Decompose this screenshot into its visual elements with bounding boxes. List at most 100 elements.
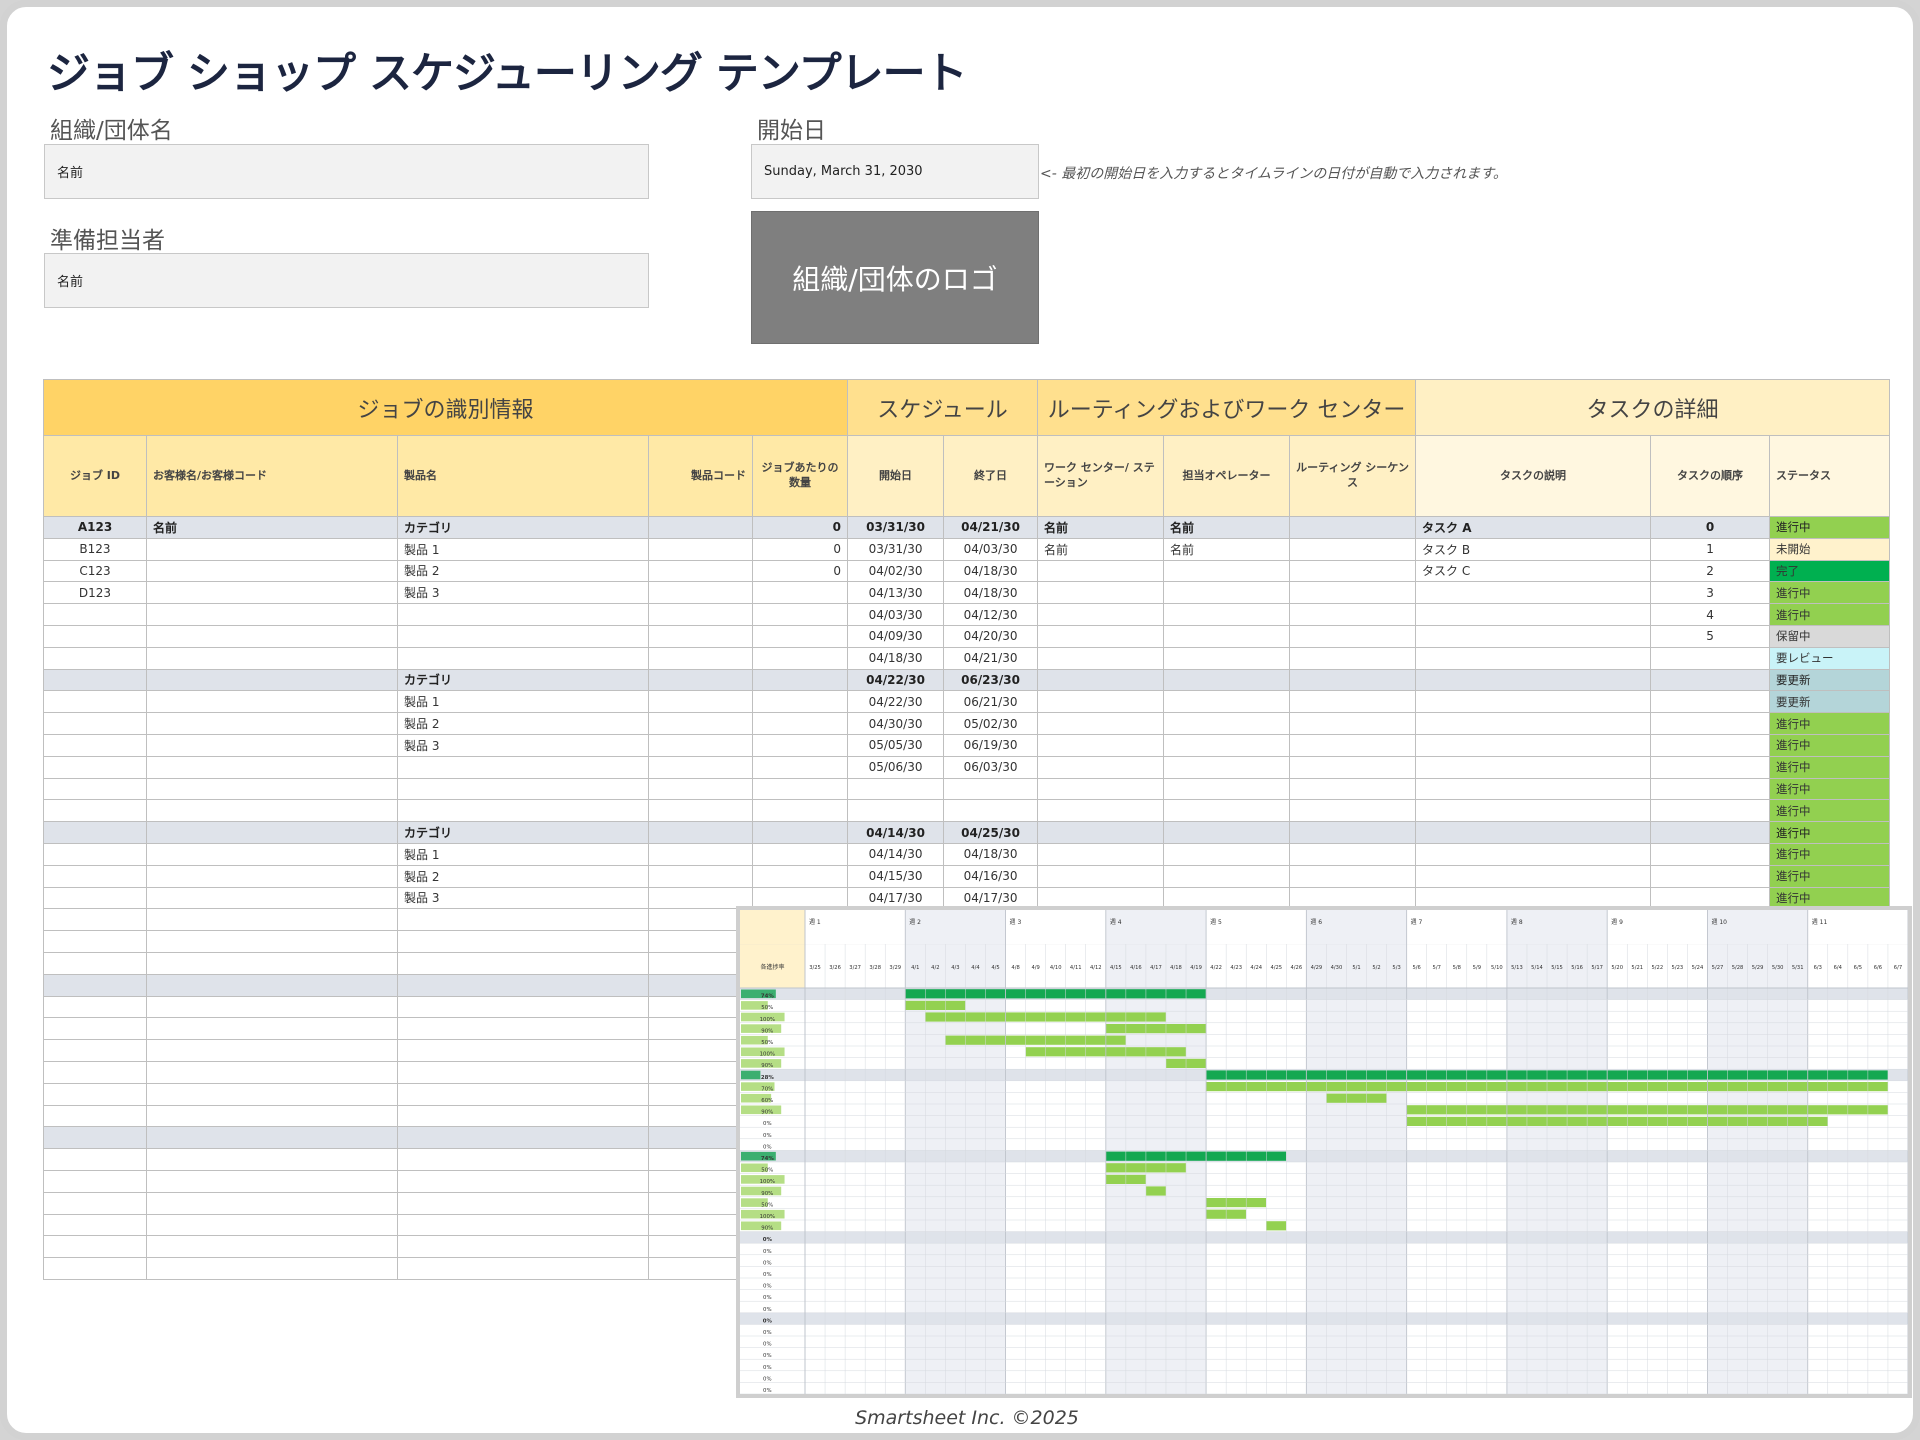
cell-task-order[interactable] xyxy=(1650,668,1771,692)
cell-start-date[interactable]: 05/06/30 xyxy=(847,755,945,779)
cell-start-date[interactable]: 04/13/30 xyxy=(847,581,945,605)
cell-start-date[interactable]: 04/02/30 xyxy=(847,559,945,583)
cell-work-center[interactable] xyxy=(1037,733,1165,757)
cell-end-date[interactable] xyxy=(943,777,1039,801)
cell-end-date[interactable]: 04/18/30 xyxy=(943,842,1039,866)
cell-status[interactable]: 進行中 xyxy=(1769,821,1891,844)
cell-task-description[interactable]: タスク C xyxy=(1415,559,1652,583)
cell-product-name[interactable]: カテゴリ xyxy=(397,668,649,692)
cell-end-date[interactable]: 05/02/30 xyxy=(943,712,1039,735)
cell-task-description[interactable] xyxy=(1415,777,1652,801)
cell-start-date[interactable] xyxy=(847,799,945,823)
cell-product-name[interactable] xyxy=(397,1235,649,1259)
cell-quantity[interactable] xyxy=(751,864,849,888)
cell-product-name[interactable] xyxy=(397,1191,649,1215)
cell-task-order[interactable]: 5 xyxy=(1650,624,1771,648)
cell-start-date[interactable] xyxy=(847,777,945,801)
cell-work-center[interactable] xyxy=(1037,799,1165,823)
cell-quantity[interactable]: 0 xyxy=(751,559,849,583)
cell-status[interactable]: 進行中 xyxy=(1769,777,1891,801)
cell-customer[interactable] xyxy=(146,733,398,757)
cell-product-name[interactable] xyxy=(397,777,649,801)
cell-routing-sequence[interactable] xyxy=(1289,712,1417,735)
cell-work-center[interactable]: 名前 xyxy=(1037,516,1165,539)
cell-work-center[interactable] xyxy=(1037,842,1165,866)
cell-end-date[interactable]: 04/18/30 xyxy=(943,581,1039,605)
cell-end-date[interactable]: 04/25/30 xyxy=(943,821,1039,844)
start-date-field[interactable]: Sunday, March 31, 2030 xyxy=(751,144,1039,199)
cell-quantity[interactable] xyxy=(751,777,849,801)
cell-task-description[interactable] xyxy=(1415,712,1652,735)
cell-customer[interactable] xyxy=(146,842,398,866)
cell-job-id[interactable]: C123 xyxy=(43,559,147,583)
cell-customer[interactable] xyxy=(146,1017,398,1041)
cell-operator[interactable] xyxy=(1163,799,1291,823)
cell-start-date[interactable]: 04/09/30 xyxy=(847,624,945,648)
cell-start-date[interactable]: 04/15/30 xyxy=(847,864,945,888)
cell-work-center[interactable] xyxy=(1037,864,1165,888)
cell-operator[interactable] xyxy=(1163,603,1291,626)
cell-work-center[interactable] xyxy=(1037,755,1165,779)
cell-status[interactable]: 未開始 xyxy=(1769,537,1891,561)
cell-product-name[interactable] xyxy=(397,1169,649,1193)
cell-quantity[interactable] xyxy=(751,581,849,605)
org-name-field[interactable]: 名前 xyxy=(44,144,649,199)
cell-task-description[interactable] xyxy=(1415,799,1652,823)
cell-quantity[interactable] xyxy=(751,690,849,714)
cell-product-code[interactable] xyxy=(648,799,753,823)
cell-job-id[interactable] xyxy=(43,799,147,823)
cell-product-name[interactable]: 製品 2 xyxy=(397,864,649,888)
cell-start-date[interactable]: 04/22/30 xyxy=(847,690,945,714)
cell-task-order[interactable]: 2 xyxy=(1650,559,1771,583)
cell-task-order[interactable]: 1 xyxy=(1650,537,1771,561)
cell-routing-sequence[interactable] xyxy=(1289,646,1417,670)
cell-end-date[interactable]: 04/20/30 xyxy=(943,624,1039,648)
cell-end-date[interactable]: 06/03/30 xyxy=(943,755,1039,779)
cell-end-date[interactable]: 04/21/30 xyxy=(943,516,1039,539)
cell-customer[interactable] xyxy=(146,864,398,888)
cell-product-name[interactable] xyxy=(397,1082,649,1106)
cell-customer[interactable] xyxy=(146,1148,398,1171)
cell-customer[interactable] xyxy=(146,951,398,975)
cell-customer[interactable] xyxy=(146,930,398,953)
preparer-field[interactable]: 名前 xyxy=(44,253,649,308)
cell-job-id[interactable]: D123 xyxy=(43,581,147,605)
cell-work-center[interactable] xyxy=(1037,777,1165,801)
cell-work-center[interactable] xyxy=(1037,603,1165,626)
cell-status[interactable]: 進行中 xyxy=(1769,581,1891,605)
cell-start-date[interactable]: 04/14/30 xyxy=(847,821,945,844)
cell-job-id[interactable] xyxy=(43,842,147,866)
cell-product-name[interactable]: 製品 1 xyxy=(397,842,649,866)
cell-product-name[interactable]: 製品 3 xyxy=(397,733,649,757)
cell-job-id[interactable] xyxy=(43,973,147,997)
cell-task-order[interactable] xyxy=(1650,646,1771,670)
cell-product-name[interactable]: カテゴリ xyxy=(397,516,649,539)
cell-operator[interactable] xyxy=(1163,821,1291,844)
cell-job-id[interactable] xyxy=(43,603,147,626)
cell-routing-sequence[interactable] xyxy=(1289,733,1417,757)
cell-work-center[interactable] xyxy=(1037,821,1165,844)
cell-customer[interactable] xyxy=(146,1191,398,1215)
cell-job-id[interactable] xyxy=(43,1148,147,1171)
cell-product-code[interactable] xyxy=(648,646,753,670)
cell-end-date[interactable]: 04/03/30 xyxy=(943,537,1039,561)
cell-task-order[interactable]: 0 xyxy=(1650,516,1771,539)
cell-start-date[interactable]: 04/18/30 xyxy=(847,646,945,670)
cell-start-date[interactable]: 03/31/30 xyxy=(847,537,945,561)
cell-customer[interactable]: 名前 xyxy=(146,516,398,539)
cell-task-order[interactable] xyxy=(1650,864,1771,888)
cell-product-code[interactable] xyxy=(648,537,753,561)
cell-routing-sequence[interactable] xyxy=(1289,755,1417,779)
cell-operator[interactable] xyxy=(1163,646,1291,670)
cell-operator[interactable] xyxy=(1163,733,1291,757)
cell-status[interactable]: 進行中 xyxy=(1769,712,1891,735)
cell-status[interactable]: 進行中 xyxy=(1769,603,1891,626)
cell-job-id[interactable] xyxy=(43,1126,147,1150)
cell-quantity[interactable] xyxy=(751,668,849,692)
cell-task-description[interactable] xyxy=(1415,690,1652,714)
cell-operator[interactable] xyxy=(1163,581,1291,605)
cell-quantity[interactable]: 0 xyxy=(751,537,849,561)
cell-job-id[interactable] xyxy=(43,1169,147,1193)
cell-customer[interactable] xyxy=(146,755,398,779)
cell-status[interactable]: 要更新 xyxy=(1769,690,1891,714)
